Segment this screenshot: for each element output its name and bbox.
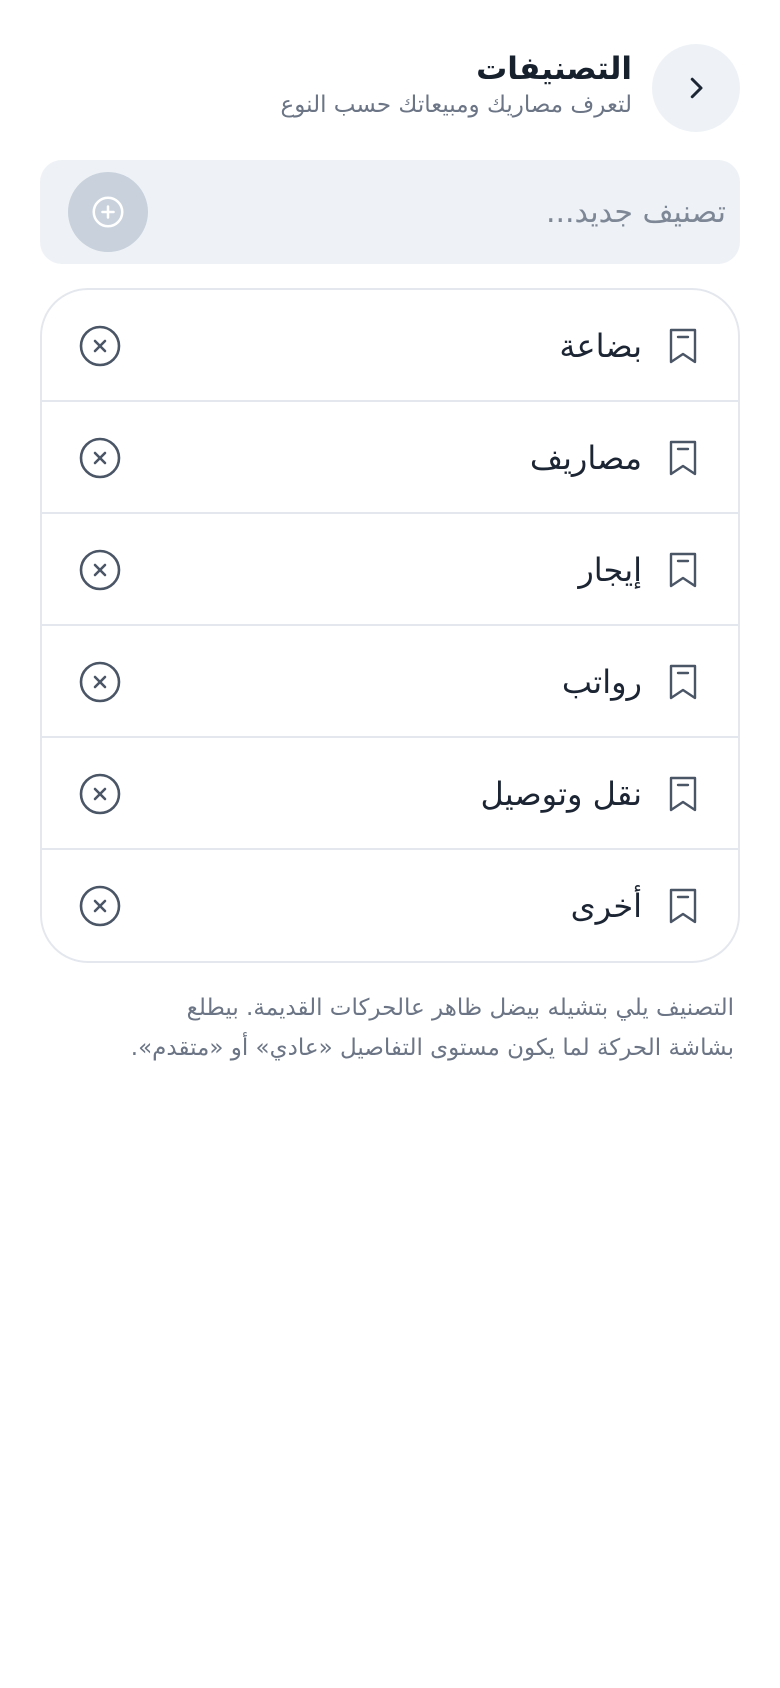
category-label: بضاعة — [559, 327, 642, 365]
list-item: إيجار — [42, 514, 738, 626]
page-title: التصنيفات — [476, 51, 632, 87]
add-category-button[interactable] — [68, 172, 148, 252]
list-item: بضاعة — [42, 290, 738, 402]
x-circle-icon — [79, 549, 121, 591]
new-category-bar — [40, 160, 740, 264]
info-note-line: بشاشة الحركة لما يكون مستوى التفاصيل «عا… — [130, 1035, 734, 1061]
list-item: مصاريف — [42, 402, 738, 514]
category-list: بضاعة مصاريف إيجار رواتب نقل وتوصيل أخرى — [40, 288, 740, 963]
remove-category-button[interactable] — [78, 772, 122, 816]
bookmark-icon — [669, 328, 697, 364]
category-label: أخرى — [570, 887, 642, 925]
category-label: نقل وتوصيل — [480, 775, 642, 813]
list-item: رواتب — [42, 626, 738, 738]
chevron-right-icon — [690, 77, 703, 99]
remove-category-button[interactable] — [78, 660, 122, 704]
bookmark-icon — [669, 440, 697, 476]
bookmark-icon — [669, 888, 697, 924]
back-button[interactable] — [652, 44, 740, 132]
categories-screen: التصنيفات لتعرف مصاريك ومبيعاتك حسب النو… — [0, 0, 780, 1688]
x-circle-icon — [79, 437, 121, 479]
page-subtitle: لتعرف مصاريك ومبيعاتك حسب النوع — [280, 91, 632, 118]
info-note: التصنيف يلي بتشيله بيضل ظاهر عالحركات ال… — [60, 988, 734, 1068]
remove-category-button[interactable] — [78, 324, 122, 368]
x-circle-icon — [79, 661, 121, 703]
remove-category-button[interactable] — [78, 436, 122, 480]
new-category-input[interactable] — [160, 160, 726, 264]
title-block: التصنيفات لتعرف مصاريك ومبيعاتك حسب النو… — [281, 50, 632, 121]
x-circle-icon — [79, 773, 121, 815]
x-circle-icon — [79, 885, 121, 927]
category-label: رواتب — [561, 663, 642, 701]
plus-circle-icon — [92, 196, 124, 228]
list-item: نقل وتوصيل — [42, 738, 738, 850]
category-label: مصاريف — [529, 439, 642, 477]
x-circle-icon — [79, 325, 121, 367]
bookmark-icon — [669, 776, 697, 812]
bookmark-icon — [669, 552, 697, 588]
header: التصنيفات لتعرف مصاريك ومبيعاتك حسب النو… — [40, 44, 740, 134]
bookmark-icon — [669, 664, 697, 700]
category-label: إيجار — [578, 551, 642, 589]
info-note-line: التصنيف يلي بتشيله بيضل ظاهر عالحركات ال… — [186, 995, 734, 1021]
list-item: أخرى — [42, 850, 738, 961]
remove-category-button[interactable] — [78, 884, 122, 928]
remove-category-button[interactable] — [78, 548, 122, 592]
